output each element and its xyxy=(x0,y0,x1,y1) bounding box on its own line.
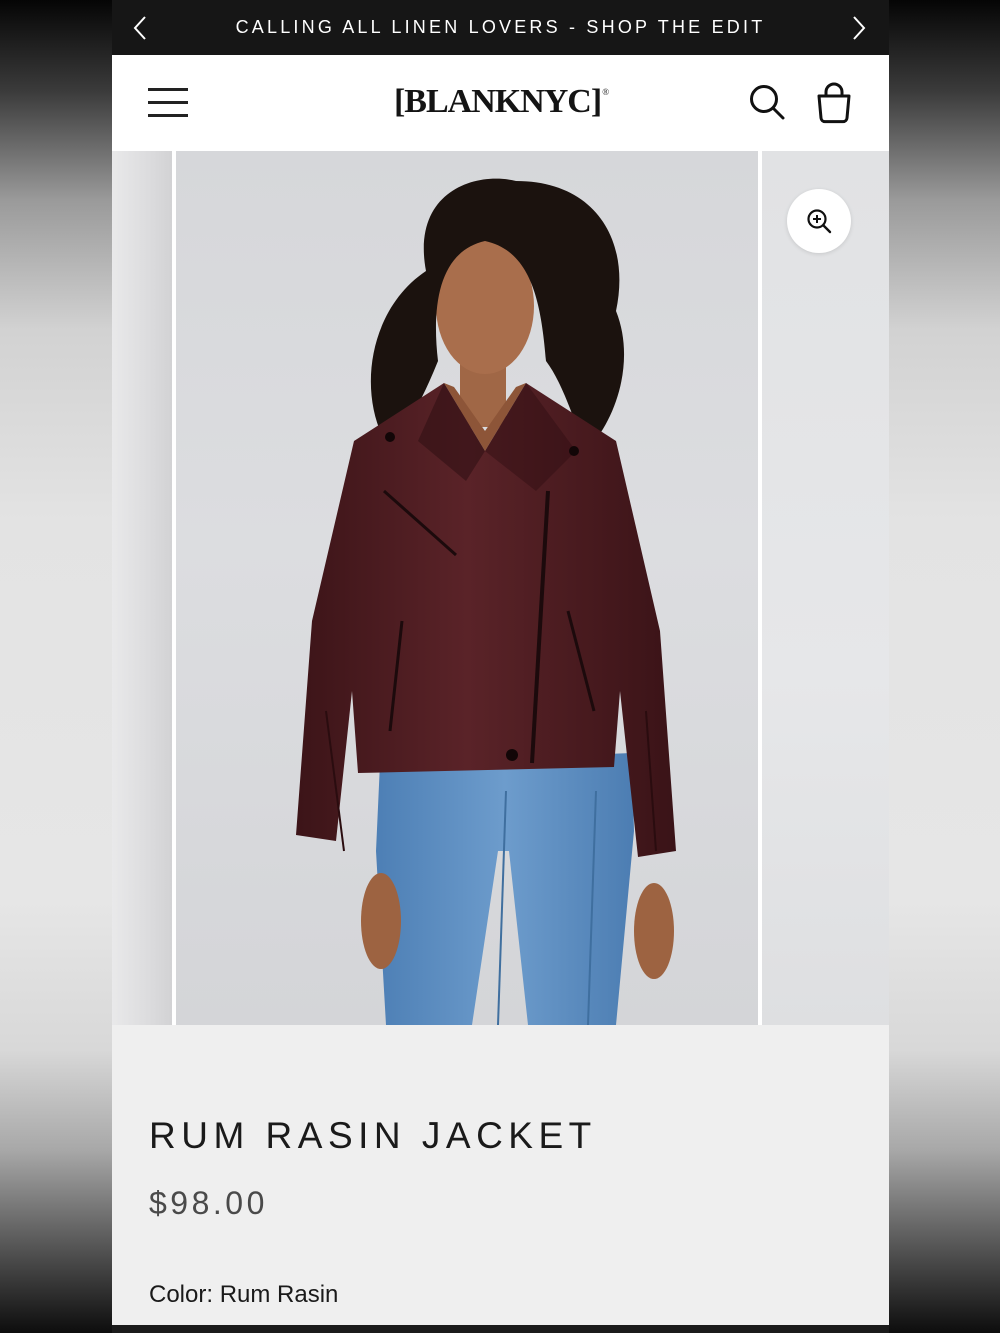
product-info: RUM RASIN JACKET $98.00 Color: Rum Rasin xyxy=(112,1025,889,1325)
zoom-in-icon xyxy=(807,209,832,234)
cart-button[interactable] xyxy=(814,81,854,125)
bottom-bar xyxy=(112,1325,889,1333)
model-illustration xyxy=(296,178,676,1025)
announcement-text[interactable]: CALLING ALL LINEN LOVERS - SHOP THE EDIT xyxy=(236,17,766,38)
product-price: $98.00 xyxy=(149,1185,268,1221)
product-image-gallery[interactable] xyxy=(112,151,889,1025)
color-value: Rum Rasin xyxy=(219,1281,339,1308)
mobile-viewport: CALLING ALL LINEN LOVERS - SHOP THE EDIT… xyxy=(112,0,889,1333)
site-header: [BLANKNYC]® xyxy=(112,55,889,152)
chevron-left-icon xyxy=(133,16,146,40)
product-title: RUM RASIN JACKET xyxy=(149,1115,597,1156)
announcement-next-button[interactable] xyxy=(841,10,877,46)
announcement-prev-button[interactable] xyxy=(122,10,158,46)
color-label: Color: xyxy=(149,1281,214,1308)
chevron-right-icon xyxy=(853,16,866,40)
registered-mark: ® xyxy=(602,87,609,97)
product-image[interactable] xyxy=(176,151,758,1025)
search-icon xyxy=(750,85,785,120)
search-button[interactable] xyxy=(748,83,788,123)
next-slide-peek[interactable] xyxy=(762,151,889,1025)
previous-slide-peek[interactable] xyxy=(112,151,172,1025)
announcement-bar: CALLING ALL LINEN LOVERS - SHOP THE EDIT xyxy=(112,0,889,55)
shopping-bag-icon xyxy=(817,82,851,124)
color-selection-label: Color: Rum Rasin xyxy=(149,1281,338,1309)
brand-logo-text: [BLANKNYC] xyxy=(393,83,602,120)
zoom-button[interactable] xyxy=(787,189,851,253)
